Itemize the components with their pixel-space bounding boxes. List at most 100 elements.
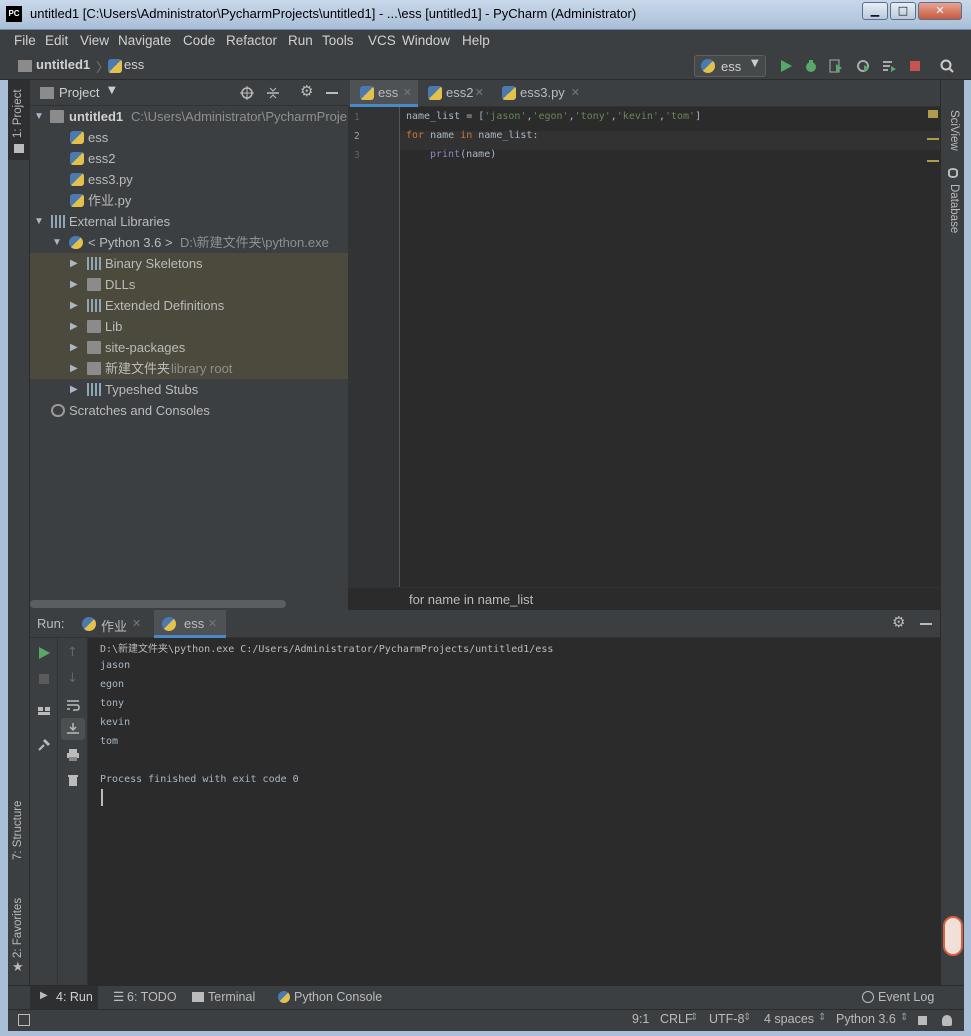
console-caret[interactable] <box>101 789 103 806</box>
tab-ess[interactable]: ess ✕ <box>350 80 418 107</box>
down-arrow-icon[interactable]: ↓ <box>67 671 78 686</box>
debug-icon[interactable] <box>804 59 818 73</box>
project-view-title[interactable]: Project <box>59 85 99 100</box>
expand-arrow-icon[interactable]: ▶ <box>70 253 78 274</box>
gear-icon[interactable]: ⚙ <box>300 82 313 100</box>
menu-code[interactable]: Code <box>183 33 215 48</box>
tree-item-library[interactable]: ▶ 新建文件夹 library root <box>30 358 348 379</box>
menu-tools[interactable]: Tools <box>322 33 354 48</box>
status-encoding[interactable]: UTF-8 <box>709 1012 744 1026</box>
rerun-icon[interactable] <box>37 646 51 660</box>
menu-window[interactable]: Window <box>402 33 450 48</box>
menu-view[interactable]: View <box>80 33 109 48</box>
close-icon[interactable]: ✕ <box>403 80 412 106</box>
breadcrumb-file[interactable]: ess <box>124 57 144 72</box>
menu-help[interactable]: Help <box>462 33 490 48</box>
locate-icon[interactable] <box>240 86 254 100</box>
tree-item-library[interactable]: ▶ site-packages <box>30 337 348 358</box>
hide-panel-icon[interactable] <box>326 92 338 94</box>
tree-item-project-root[interactable]: ▼ untitled1 C:\Users\Administrator\Pycha… <box>30 106 348 127</box>
close-icon[interactable]: ✕ <box>475 80 484 106</box>
warning-marker[interactable] <box>927 138 939 140</box>
coverage-icon[interactable] <box>829 59 843 73</box>
hide-panel-icon[interactable] <box>920 623 932 625</box>
tree-item-library[interactable]: ▶ Lib <box>30 316 348 337</box>
expand-arrow-icon[interactable]: ▼ <box>34 106 44 127</box>
tree-item-python-sdk[interactable]: ▼ < Python 3.6 > D:\新建文件夹\python.exe <box>30 232 348 253</box>
expand-arrow-icon[interactable]: ▶ <box>70 316 78 337</box>
code-line-1[interactable]: name_list = ['jason','egon','tony','kevi… <box>406 111 701 122</box>
tree-item-file[interactable]: ess <box>30 127 348 148</box>
tree-item-library[interactable]: ▶ Binary Skeletons <box>30 253 348 274</box>
menu-vcs[interactable]: VCS <box>368 33 396 48</box>
tree-item-external-libraries[interactable]: ▼ External Libraries <box>30 211 348 232</box>
print-icon[interactable] <box>66 748 80 762</box>
status-caret-position[interactable]: 9:1 <box>632 1012 649 1026</box>
tool-tab-terminal[interactable]: Terminal <box>192 986 272 1009</box>
collapse-all-icon[interactable] <box>266 86 280 100</box>
expand-arrow-icon[interactable]: ▶ <box>70 274 78 295</box>
close-icon[interactable]: ✕ <box>132 617 141 630</box>
soft-wrap-icon[interactable] <box>66 698 80 712</box>
tool-tab-structure[interactable]: 7: Structure <box>12 801 24 860</box>
tool-tab-python-console[interactable]: Python Console <box>278 986 398 1009</box>
tree-item-file[interactable]: ess3.py <box>30 169 348 190</box>
tree-item-file[interactable]: ess2 <box>30 148 348 169</box>
minimize-button[interactable]: ▁ <box>862 2 888 20</box>
menu-file[interactable]: File <box>14 33 36 48</box>
maximize-button[interactable]: □ <box>890 2 916 20</box>
menu-edit[interactable]: Edit <box>45 33 68 48</box>
tab-ess3[interactable]: ess3.py ✕ <box>492 80 586 107</box>
inspection-status-icon[interactable] <box>928 110 938 118</box>
event-log-button[interactable]: Event Log <box>862 986 952 1009</box>
gear-icon[interactable]: ⚙ <box>892 613 905 631</box>
close-window-button[interactable]: ✕ <box>918 2 962 20</box>
tree-item-library[interactable]: ▶ Extended Definitions <box>30 295 348 316</box>
up-arrow-icon[interactable]: ↑ <box>67 645 78 660</box>
run-config-select[interactable]: ess ▼ <box>694 55 766 77</box>
lock-icon[interactable] <box>918 1016 927 1025</box>
tree-item-library[interactable]: ▶ Typeshed Stubs <box>30 379 348 400</box>
tool-tab-sciview[interactable]: SciView <box>948 110 960 151</box>
tool-tab-database[interactable]: Database <box>948 184 960 233</box>
menu-refactor[interactable]: Refactor <box>226 33 277 48</box>
run-tab-homework[interactable]: 作业 ✕ <box>74 610 150 638</box>
status-line-separator[interactable]: CRLF <box>660 1012 693 1026</box>
menu-navigate[interactable]: Navigate <box>118 33 171 48</box>
run-icon[interactable] <box>779 59 793 73</box>
horizontal-scrollbar[interactable] <box>30 600 286 608</box>
tool-tab-todo[interactable]: ☰ 6: TODO <box>111 986 181 1009</box>
tool-tab-run[interactable]: ▶ 4: Run <box>30 986 98 1009</box>
close-icon[interactable]: ✕ <box>208 617 217 630</box>
tree-item-scratches[interactable]: Scratches and Consoles <box>30 400 348 421</box>
expand-arrow-icon[interactable]: ▼ <box>52 232 62 253</box>
scroll-to-end-button[interactable] <box>61 718 85 740</box>
concurrency-icon[interactable] <box>882 59 896 73</box>
stop-icon[interactable] <box>908 59 922 73</box>
warning-marker[interactable] <box>927 160 939 162</box>
tool-windows-toggle-icon[interactable] <box>18 1014 30 1026</box>
inspector-icon[interactable] <box>942 1015 952 1026</box>
stop-icon[interactable] <box>37 672 51 686</box>
expand-arrow-icon[interactable]: ▶ <box>70 337 78 358</box>
expand-arrow-icon[interactable]: ▼ <box>34 211 44 232</box>
chevron-down-icon[interactable]: ▼ <box>108 85 116 96</box>
close-icon[interactable]: ✕ <box>571 80 580 106</box>
breadcrumb-project[interactable]: untitled1 <box>36 57 90 72</box>
pin-icon[interactable] <box>37 738 51 752</box>
expand-arrow-icon[interactable]: ▶ <box>70 358 78 379</box>
tab-ess2[interactable]: ess2 ✕ <box>418 80 490 107</box>
tool-tab-project[interactable]: 1: Project <box>12 89 24 138</box>
status-interpreter[interactable]: Python 3.6 <box>836 1012 896 1026</box>
tree-item-file[interactable]: 作业.py <box>30 190 348 211</box>
expand-arrow-icon[interactable]: ▶ <box>70 295 78 316</box>
tree-item-library[interactable]: ▶ DLLs <box>30 274 348 295</box>
status-indent[interactable]: 4 spaces <box>764 1012 814 1026</box>
expand-arrow-icon[interactable]: ▶ <box>70 379 78 400</box>
profile-icon[interactable] <box>856 59 870 73</box>
tool-tab-favorites[interactable]: 2: Favorites <box>12 898 24 958</box>
restore-layout-icon[interactable] <box>37 704 51 718</box>
menu-run[interactable]: Run <box>288 33 313 48</box>
trash-icon[interactable] <box>66 773 80 787</box>
search-icon[interactable] <box>940 59 954 73</box>
